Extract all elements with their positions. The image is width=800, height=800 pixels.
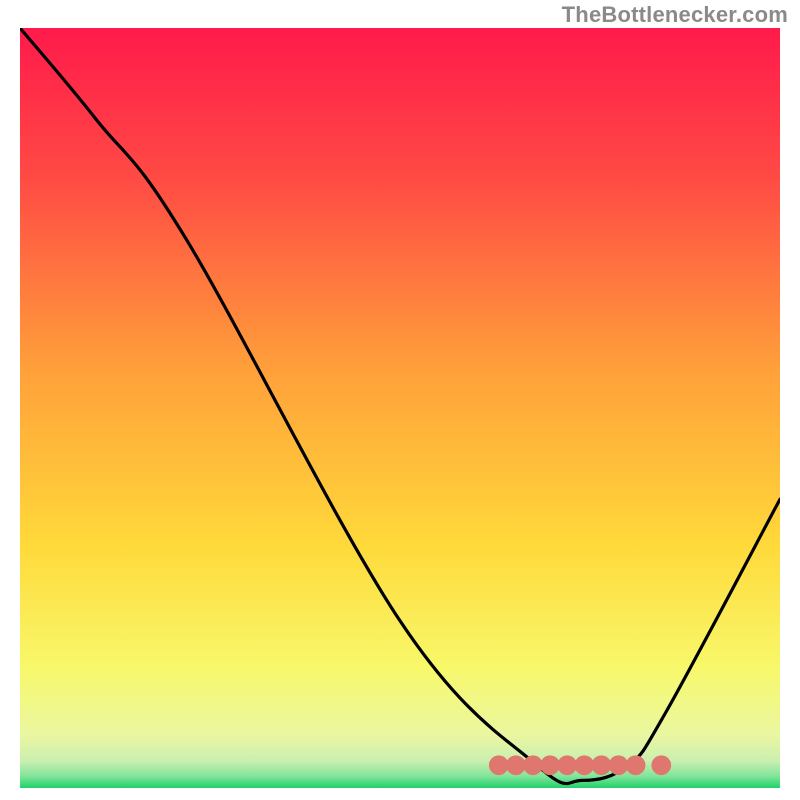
chart-container: TheBottlenecker.com	[0, 0, 800, 800]
plot-area	[20, 28, 780, 788]
chart-svg	[20, 28, 780, 788]
gradient-background	[20, 28, 780, 788]
attribution-text: TheBottlenecker.com	[562, 2, 788, 28]
